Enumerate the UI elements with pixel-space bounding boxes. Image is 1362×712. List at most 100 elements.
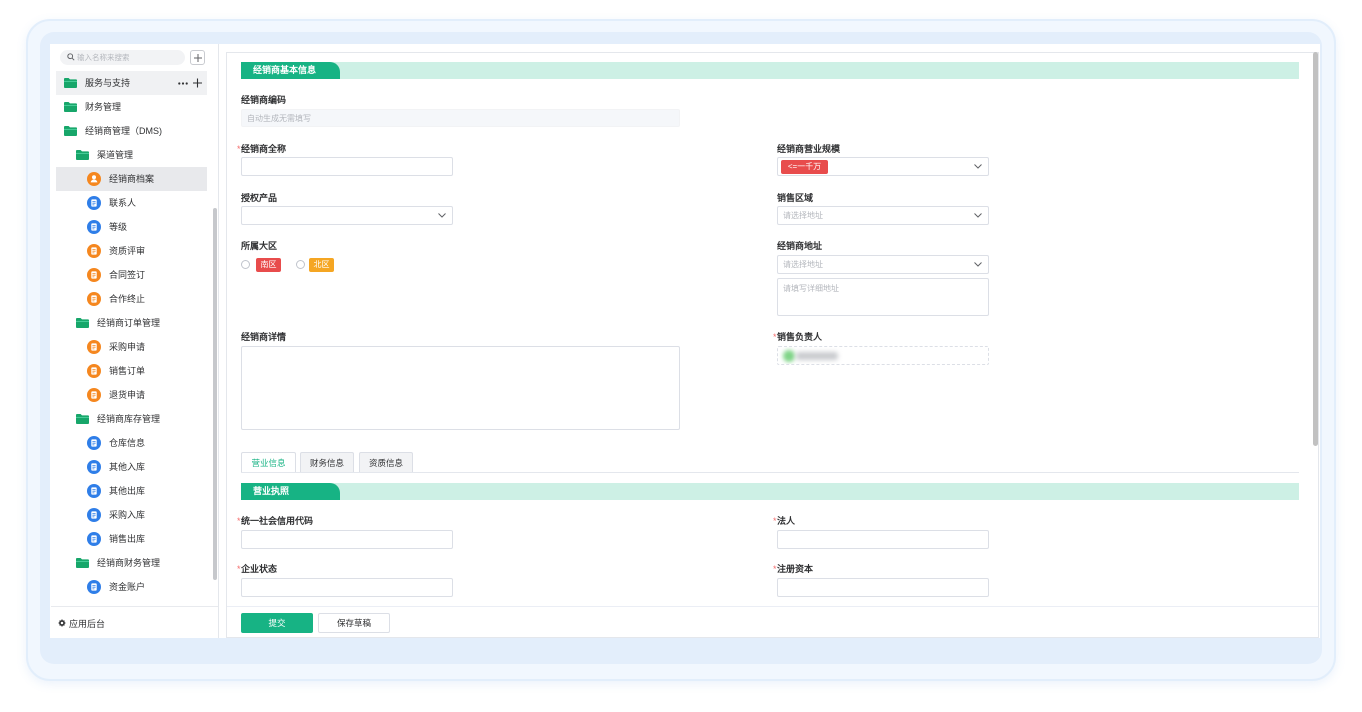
tree-item-label: 其他出库 [109, 486, 146, 496]
tree-item-dealer-profile[interactable]: 经销商档案 [56, 167, 207, 191]
main-form-panel [226, 52, 1319, 638]
tree-item-label: 等级 [109, 222, 128, 232]
region-tag-south[interactable]: 南区 [256, 258, 281, 272]
tab-finance-info[interactable]: 财务信息 [300, 452, 354, 473]
registered-capital-label: 注册资本 [773, 564, 813, 575]
tree-item-label: 服务与支持 [85, 78, 131, 88]
tab-qualification-info[interactable]: 资质信息 [359, 452, 413, 473]
sales-owner-label: 销售负责人 [773, 332, 822, 343]
dealer-code-input[interactable] [241, 109, 680, 127]
tree-item-service-support[interactable]: 服务与支持 [56, 71, 207, 95]
document-icon [87, 484, 101, 498]
document-icon [87, 580, 101, 594]
details-label: 经销商详情 [241, 332, 287, 342]
tree-item-label: 财务管理 [85, 102, 122, 112]
business-scale-select[interactable]: <=一千万 [777, 157, 989, 176]
tree-item-level[interactable]: 等级 [56, 215, 207, 239]
tree-item-contract-signing[interactable]: 合同签订 [56, 263, 207, 287]
tree-item-dealer-inventory-management[interactable]: 经销商库存管理 [56, 407, 207, 431]
submit-button[interactable]: 提交 [241, 613, 313, 633]
business-scale-label: 经销商营业规模 [777, 144, 841, 154]
legal-person-input[interactable] [777, 530, 989, 549]
sidebar-scrollbar[interactable] [213, 208, 217, 580]
tree-item-purchase-request[interactable]: 采购申请 [56, 335, 207, 359]
tree-item-label: 合同签订 [109, 270, 146, 280]
more-icon[interactable] [178, 81, 188, 85]
main-scrollbar[interactable] [1313, 52, 1318, 446]
tree-item-label: 采购申请 [109, 342, 146, 352]
document-icon [87, 196, 101, 210]
tree-item-label: 退货申请 [109, 390, 146, 400]
tree-item-other-outbound[interactable]: 其他出库 [56, 479, 207, 503]
add-button[interactable] [190, 50, 205, 65]
tree-item-channel-management[interactable]: 渠道管理 [56, 143, 207, 167]
address-label: 经销商地址 [777, 241, 823, 251]
tree-item-cooperation-termination[interactable]: 合作终止 [56, 287, 207, 311]
company-status-label: 企业状态 [237, 564, 277, 575]
tree-item-label: 资金账户 [109, 582, 146, 592]
tree-item-sales-order[interactable]: 销售订单 [56, 359, 207, 383]
details-textarea[interactable] [241, 346, 680, 430]
tree-item-finance[interactable]: 财务管理 [56, 95, 207, 119]
tree-item-dealer-finance-management[interactable]: 经销商财务管理 [56, 551, 207, 575]
tree-item-label: 资质评审 [109, 246, 146, 256]
chevron-down-icon [438, 213, 446, 218]
legal-person-label: 法人 [773, 516, 795, 527]
tree-item-fund-account[interactable]: 资金账户 [56, 575, 207, 599]
document-icon [87, 268, 101, 282]
user-icon [87, 172, 101, 186]
company-status-input[interactable] [241, 578, 453, 597]
tree-item-purchase-inbound[interactable]: 采购入库 [56, 503, 207, 527]
page: 服务与支持 财务管理 经销商管理（DMS) 渠道管理 经销商档案 联系人 等级 … [0, 0, 1362, 712]
blurred-name [796, 352, 838, 360]
app-admin-link[interactable]: 应用后台 [58, 616, 105, 630]
section-business-license: 营业执照 [241, 483, 1299, 500]
region-radio-south[interactable] [241, 260, 250, 269]
chevron-down-icon [974, 262, 982, 267]
footer-divider [227, 606, 1318, 607]
address-detail-textarea[interactable] [777, 278, 989, 316]
dealer-name-label: 经销商全称 [237, 144, 286, 155]
folder-icon [76, 318, 89, 328]
tree-item-label: 经销商财务管理 [97, 558, 161, 568]
tree-item-dms[interactable]: 经销商管理（DMS) [56, 119, 207, 143]
document-icon [87, 460, 101, 474]
tree-item-qualification-review[interactable]: 资质评审 [56, 239, 207, 263]
registered-capital-input[interactable] [777, 578, 989, 597]
tree-item-label: 销售出库 [109, 534, 146, 544]
plus-icon[interactable] [193, 78, 202, 88]
search-input[interactable] [77, 50, 181, 65]
folder-icon [64, 102, 77, 112]
chevron-down-icon [974, 213, 982, 218]
document-icon [87, 244, 101, 258]
document-icon [87, 364, 101, 378]
sales-owner-field[interactable] [777, 346, 989, 365]
tree-item-other-inbound[interactable]: 其他入库 [56, 455, 207, 479]
tree-item-label: 渠道管理 [97, 150, 134, 160]
region-tag-north[interactable]: 北区 [309, 258, 334, 272]
dealer-code-label: 经销商编码 [241, 95, 287, 105]
sales-area-placeholder: 请选择地址 [783, 211, 823, 220]
tree-item-contacts[interactable]: 联系人 [56, 191, 207, 215]
document-icon [87, 340, 101, 354]
authorized-product-select[interactable] [241, 206, 453, 225]
dealer-name-input[interactable] [241, 157, 453, 176]
region-radio-north[interactable] [296, 260, 305, 269]
credit-code-input[interactable] [241, 530, 453, 549]
search-box[interactable] [60, 50, 185, 65]
tree-item-label: 其他入库 [109, 462, 146, 472]
tree-item-sales-outbound[interactable]: 销售出库 [56, 527, 207, 551]
tree-item-return-request[interactable]: 退货申请 [56, 383, 207, 407]
address-select[interactable]: 请选择地址 [777, 255, 989, 274]
search-icon [67, 53, 75, 61]
save-draft-button[interactable]: 保存草稿 [318, 613, 390, 633]
tree-item-warehouse-info[interactable]: 仓库信息 [56, 431, 207, 455]
gear-icon [58, 619, 66, 627]
tree-item-label: 经销商档案 [109, 174, 155, 184]
sales-area-select[interactable]: 请选择地址 [777, 206, 989, 225]
folder-icon [76, 558, 89, 568]
tabs-divider [241, 472, 1299, 473]
section-title: 营业执照 [241, 483, 340, 500]
tab-business-info[interactable]: 营业信息 [241, 452, 296, 473]
tree-item-dealer-order-management[interactable]: 经销商订单管理 [56, 311, 207, 335]
